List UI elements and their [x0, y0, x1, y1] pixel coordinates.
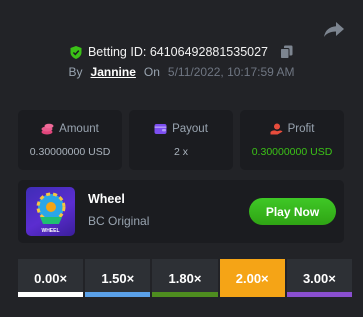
multiplier-1[interactable]: 1.50× — [85, 259, 151, 297]
by-label: By — [68, 65, 83, 79]
bet-id-row: Betting ID: 64106492881535027 — [0, 43, 363, 61]
multiplier-color-bar — [18, 292, 84, 297]
multiplier-4[interactable]: 3.00× — [286, 259, 353, 297]
stat-amount: Amount 0.30000000 USD — [18, 110, 122, 170]
multiplier-label: 1.50× — [101, 270, 135, 286]
bet-id-text: Betting ID: 64106492881535027 — [88, 45, 268, 59]
game-card: WHEEL Wheel BC Original Play Now — [18, 180, 344, 243]
username-link[interactable]: Jannine — [91, 65, 136, 79]
bet-id-value: 64106492881535027 — [149, 45, 269, 59]
multiplier-label: 3.00× — [302, 270, 336, 286]
wheel-thumbnail-art: WHEEL — [36, 192, 66, 234]
bet-datetime: 5/11/2022, 10:17:59 AM — [167, 65, 295, 79]
multiplier-0[interactable]: 0.00× — [18, 259, 84, 297]
on-label: On — [143, 65, 160, 79]
multiplier-color-bar — [152, 292, 218, 297]
multiplier-color-bar — [219, 292, 285, 297]
bet-stats: Amount 0.30000000 USD Payout 2 x Profit … — [18, 110, 344, 170]
multiplier-color-bar — [286, 292, 353, 297]
multiplier-label: 2.00× — [235, 270, 269, 286]
multiplier-label: 0.00× — [34, 270, 68, 286]
coins-icon — [41, 123, 54, 134]
stat-profit-label: Profit — [287, 122, 315, 135]
stat-profit: Profit 0.30000000 USD — [240, 110, 344, 170]
multiplier-options: 0.00× 1.50× 1.80× 2.00× 3.00× — [18, 259, 353, 297]
stat-payout-label: Payout — [172, 122, 208, 135]
wallet-icon — [154, 123, 167, 134]
stat-profit-value: 0.30000000 USD — [251, 145, 333, 158]
bet-meta-row: By Jannine On 5/11/2022, 10:17:59 AM — [0, 64, 363, 80]
multiplier-label: 1.80× — [168, 270, 202, 286]
multiplier-2[interactable]: 1.80× — [152, 259, 218, 297]
stat-amount-label: Amount — [59, 122, 99, 135]
game-thumbnail[interactable]: WHEEL — [26, 187, 75, 236]
shield-check-icon — [70, 45, 82, 59]
play-now-button[interactable]: Play Now — [249, 198, 336, 225]
share-icon[interactable] — [323, 20, 345, 38]
stat-payout: Payout 2 x — [129, 110, 233, 170]
game-name: Wheel — [88, 192, 125, 206]
bet-id-label: Betting ID: — [87, 45, 147, 59]
stat-amount-value: 0.30000000 USD — [29, 145, 111, 158]
multiplier-color-bar — [85, 292, 151, 297]
stat-payout-value: 2 x — [173, 145, 188, 158]
game-provider: BC Original — [88, 214, 150, 228]
bet-details-panel: Betting ID: 64106492881535027 By Jannine… — [0, 0, 363, 317]
profit-icon — [270, 123, 283, 134]
multiplier-3[interactable]: 2.00× — [219, 259, 285, 297]
copy-icon[interactable] — [280, 45, 293, 59]
thumb-text: WHEEL — [41, 228, 59, 234]
